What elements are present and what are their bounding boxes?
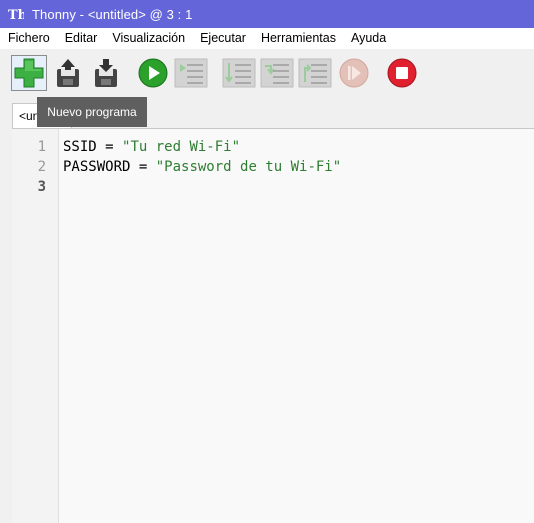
step-over-button[interactable]: [221, 55, 257, 91]
tooltip: Nuevo programa: [37, 97, 147, 127]
title-bar: Th Thonny - <untitled> @ 3 : 1: [0, 0, 534, 28]
new-file-icon: [14, 58, 44, 88]
line-number: 1: [37, 139, 46, 155]
toolbar: [0, 49, 534, 97]
code-operator: =: [130, 159, 156, 175]
step-into-button[interactable]: [259, 55, 295, 91]
step-out-button[interactable]: [297, 55, 333, 91]
menu-editar[interactable]: Editar: [57, 28, 105, 49]
code-variable: SSID: [63, 139, 97, 155]
open-file-button[interactable]: [50, 55, 86, 91]
menu-visualizacion[interactable]: Visualización: [104, 28, 192, 49]
step-out-icon: [298, 58, 332, 88]
code-line: PASSWORD = "Password de tu Wi-Fi": [63, 157, 341, 177]
svg-text:Th: Th: [8, 8, 24, 22]
code-line: SSID = "Tu red Wi-Fi": [63, 137, 240, 157]
code-string: "Tu red Wi-Fi": [122, 139, 241, 155]
menu-bar: Fichero Editar Visualización Ejecutar He…: [0, 28, 534, 49]
code-operator: =: [96, 139, 123, 155]
open-file-icon: [57, 59, 79, 87]
line-number-current: 3: [37, 179, 46, 195]
menu-fichero[interactable]: Fichero: [0, 28, 57, 49]
run-icon: [138, 58, 168, 88]
menu-ejecutar[interactable]: Ejecutar: [192, 28, 253, 49]
menu-herramientas[interactable]: Herramientas: [253, 28, 343, 49]
menu-ayuda[interactable]: Ayuda: [343, 28, 393, 49]
resume-button[interactable]: [336, 55, 372, 91]
stop-icon: [387, 58, 417, 88]
new-file-button[interactable]: [11, 55, 47, 91]
step-over-icon: [222, 58, 256, 88]
step-into-icon: [260, 58, 294, 88]
code-editor[interactable]: 1 2 3 SSID = "Tu red Wi-Fi" PASSWORD = "…: [12, 128, 534, 523]
save-file-icon: [95, 59, 117, 87]
resume-icon: [339, 58, 369, 88]
debug-icon: [174, 58, 208, 88]
window-title: Thonny - <untitled> @ 3 : 1: [32, 6, 193, 22]
run-button[interactable]: [135, 55, 171, 91]
debug-button[interactable]: [173, 55, 209, 91]
thonny-icon: Th: [8, 6, 24, 22]
save-file-button[interactable]: [88, 55, 124, 91]
line-number: 2: [37, 159, 46, 175]
code-string: "Password de tu Wi-Fi": [155, 159, 342, 175]
stop-button[interactable]: [384, 55, 420, 91]
code-variable: PASSWORD: [63, 159, 131, 175]
line-number-gutter: 1 2 3: [12, 129, 59, 523]
